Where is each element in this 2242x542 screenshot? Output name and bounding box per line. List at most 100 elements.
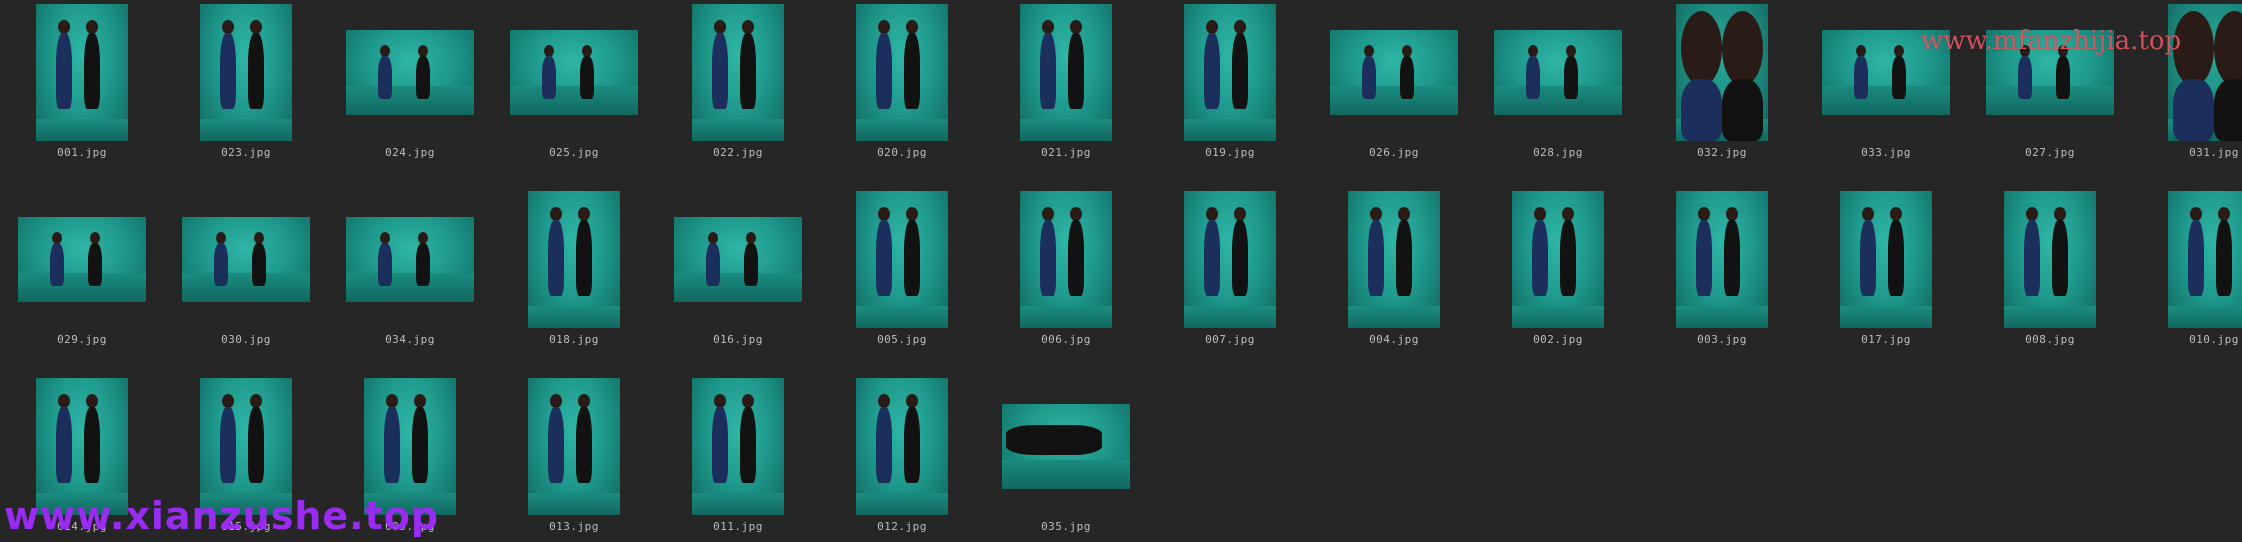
photo-thumbnail[interactable] [1822,30,1950,115]
thumbnail-item[interactable]: 009.jpg [328,374,492,542]
figure-head [577,394,590,409]
thumbnail-item[interactable]: 034.jpg [328,187,492,357]
photo-thumbnail[interactable] [856,4,948,141]
thumbnail-item[interactable]: 024.jpg [328,0,492,170]
photo-thumbnail[interactable] [1494,30,1622,115]
photo-thumbnail[interactable] [1020,191,1112,328]
photo-thumbnail[interactable] [18,217,146,302]
photo-thumbnail[interactable] [1184,4,1276,141]
thumbnail-item[interactable]: 011.jpg [656,374,820,542]
thumbnail-item[interactable]: 029.jpg [0,187,164,357]
thumbnail-item[interactable]: 033.jpg [1804,0,1968,170]
photo-thumbnail[interactable] [1676,191,1768,328]
figure-body [416,56,431,99]
thumbnail-item[interactable]: 023.jpg [164,0,328,170]
thumbnail-item[interactable]: 016.jpg [656,187,820,357]
photo-thumbnail[interactable] [1020,4,1112,141]
thumbnail-frame [1640,191,1804,328]
figure-body [1559,220,1576,296]
figure-head [1206,20,1219,35]
photo-thumbnail[interactable] [36,378,128,515]
thumbnail-item[interactable]: 026.jpg [1312,0,1476,170]
thumbnail-item[interactable]: 008.jpg [1968,187,2132,357]
photo-thumbnail[interactable] [1002,404,1130,489]
thumbnail-item[interactable]: 018.jpg [492,187,656,357]
photo-thumbnail[interactable] [2168,4,2242,141]
thumbnail-item[interactable]: 035.jpg [984,374,1148,542]
thumbnail-item[interactable]: 006.jpg [984,187,1148,357]
photo-thumbnail[interactable] [692,378,784,515]
thumbnail-floor [1020,119,1112,141]
photo-thumbnail[interactable] [528,378,620,515]
thumbnail-item[interactable]: 025.jpg [492,0,656,170]
photo-thumbnail[interactable] [200,4,292,141]
photo-thumbnail[interactable] [1184,191,1276,328]
figure-head [2172,10,2214,87]
thumbnail-item[interactable]: 005.jpg [820,187,984,357]
figure-body [214,243,228,286]
thumbnail-item[interactable]: 001.jpg [0,0,164,170]
thumbnail-item[interactable]: 031.jpg [2132,0,2242,170]
photo-thumbnail[interactable] [364,378,456,515]
thumbnail-item[interactable]: 003.jpg [1640,187,1804,357]
thumbnail-floor [1002,460,1130,489]
thumbnail-item[interactable]: 015.jpg [164,374,328,542]
thumbnail-filename: 027.jpg [2025,146,2075,159]
thumbnail-filename: 035.jpg [1041,520,1091,533]
thumbnail-frame [984,4,1148,141]
thumbnail-floor [856,493,948,515]
photo-thumbnail[interactable] [36,4,128,141]
photo-thumbnail[interactable] [692,4,784,141]
thumbnail-item[interactable]: 017.jpg [1804,187,1968,357]
photo-thumbnail[interactable] [856,191,948,328]
photo-thumbnail[interactable] [528,191,620,328]
thumbnail-item[interactable]: 022.jpg [656,0,820,170]
thumbnail-filename: 007.jpg [1205,333,1255,346]
thumbnail-frame [1148,4,1312,141]
photo-thumbnail[interactable] [2168,191,2242,328]
figure-head [2214,10,2242,87]
thumbnail-item[interactable]: 030.jpg [164,187,328,357]
thumbnail-item[interactable]: 007.jpg [1148,187,1312,357]
photo-thumbnail[interactable] [1986,30,2114,115]
photo-thumbnail[interactable] [510,30,638,115]
photo-thumbnail[interactable] [1840,191,1932,328]
photo-thumbnail[interactable] [1512,191,1604,328]
thumbnail-item[interactable]: 021.jpg [984,0,1148,170]
thumbnail-item[interactable]: 010.jpg [2132,187,2242,357]
figure-body [1680,79,1722,141]
thumbnail-item[interactable]: 019.jpg [1148,0,1312,170]
photo-thumbnail[interactable] [1330,30,1458,115]
thumbnail-item[interactable]: 012.jpg [820,374,984,542]
thumbnail-filename: 033.jpg [1861,146,1911,159]
photo-thumbnail[interactable] [856,378,948,515]
figure-body [1204,33,1221,109]
photo-thumbnail[interactable] [182,217,310,302]
thumbnail-item[interactable]: 002.jpg [1476,187,1640,357]
photo-thumbnail[interactable] [1348,191,1440,328]
photo-thumbnail[interactable] [2004,191,2096,328]
thumbnail-item[interactable]: 004.jpg [1312,187,1476,357]
figure-body [712,407,729,483]
thumbnail-item[interactable]: 028.jpg [1476,0,1640,170]
thumbnail-item[interactable]: 032.jpg [1640,0,1804,170]
photo-thumbnail[interactable] [674,217,802,302]
thumbnail-item[interactable]: 013.jpg [492,374,656,542]
photo-thumbnail[interactable] [346,30,474,115]
figure-body [1067,220,1084,296]
figure-body [1564,56,1579,99]
figure-body [50,243,64,286]
thumbnail-item[interactable]: 014.jpg [0,374,164,542]
thumbnail-item[interactable]: 027.jpg [1968,0,2132,170]
photo-thumbnail[interactable] [200,378,292,515]
thumbnail-item[interactable]: 020.jpg [820,0,984,170]
figure-head [2053,207,2066,222]
thumbnail-grid: 001.jpg 023.jpg 024.jpg 025.jpg 022.jpg 020.j… [0,0,2242,542]
photo-thumbnail[interactable] [1676,4,1768,141]
thumbnail-frame [1640,4,1804,141]
figure-body [1040,220,1057,296]
photo-thumbnail[interactable] [346,217,474,302]
figure-body [2188,220,2205,296]
thumbnail-frame [656,4,820,141]
figure-head [413,394,426,409]
